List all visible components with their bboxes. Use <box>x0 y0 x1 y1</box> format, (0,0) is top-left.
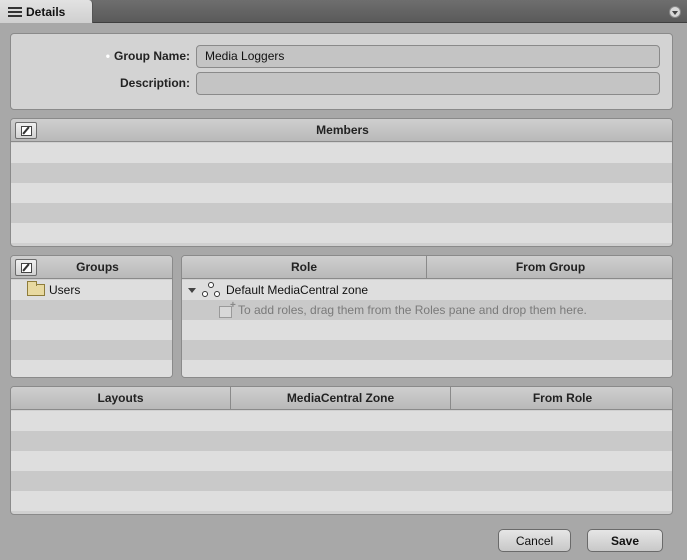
group-name-label: Group Name: <box>113 49 190 63</box>
roles-header: Role From Group <box>182 256 672 279</box>
description-row: Description: <box>11 71 672 95</box>
required-marker: • <box>105 49 110 63</box>
details-panel: • Group Name: Media Loggers Description: … <box>0 23 687 560</box>
groups-header: Groups <box>11 256 172 279</box>
members-edit-icon[interactable] <box>15 122 37 139</box>
column-header-layouts[interactable]: Layouts <box>11 387 231 410</box>
groups-rows: Users <box>11 280 172 377</box>
panel-menu-icon[interactable] <box>669 6 681 18</box>
save-button[interactable]: Save <box>587 529 663 552</box>
group-info-section: • Group Name: Media Loggers Description: <box>10 33 673 110</box>
cancel-button[interactable]: Cancel <box>498 529 571 552</box>
tab-details-label: Details <box>26 5 66 19</box>
roles-hint-text: To add roles, drag them from the Roles p… <box>238 303 587 317</box>
roles-rows: Default MediaCentral zone To add roles, … <box>182 280 672 377</box>
add-role-icon <box>219 300 236 318</box>
folder-icon <box>27 281 45 296</box>
column-header-mediacentral-zone[interactable]: MediaCentral Zone <box>231 387 451 410</box>
layouts-header: Layouts MediaCentral Zone From Role <box>11 387 672 410</box>
column-header-from-role[interactable]: From Role <box>451 387 672 410</box>
zone-icon <box>202 282 220 298</box>
description-field[interactable] <box>196 71 660 95</box>
list-item[interactable]: Users <box>11 280 172 300</box>
roles-grid: Role From Group Default MediaCentral zon… <box>181 255 673 378</box>
group-name-row: • Group Name: Media Loggers <box>11 44 672 68</box>
layouts-rows <box>11 411 672 514</box>
column-header-from-group[interactable]: From Group <box>427 256 672 279</box>
groups-grid: Groups Users <box>10 255 173 378</box>
roles-hint-row: To add roles, drag them from the Roles p… <box>182 300 672 320</box>
groups-edit-icon[interactable] <box>15 259 37 276</box>
list-icon <box>8 6 22 18</box>
zone-row[interactable]: Default MediaCentral zone <box>182 280 672 300</box>
members-grid: Members <box>10 118 673 247</box>
group-item-label: Users <box>49 283 81 297</box>
members-header: Members <box>11 119 672 142</box>
members-header-label: Members <box>316 123 369 137</box>
column-header-role[interactable]: Role <box>182 256 427 279</box>
group-name-field[interactable]: Media Loggers <box>196 44 660 68</box>
description-label: Description: <box>119 76 190 90</box>
tab-bar: Details <box>0 0 687 24</box>
members-rows <box>11 143 672 246</box>
zone-label: Default MediaCentral zone <box>226 283 369 297</box>
tab-details[interactable]: Details <box>0 0 93 24</box>
layouts-grid: Layouts MediaCentral Zone From Role <box>10 386 673 515</box>
expand-triangle-icon[interactable] <box>188 287 196 293</box>
